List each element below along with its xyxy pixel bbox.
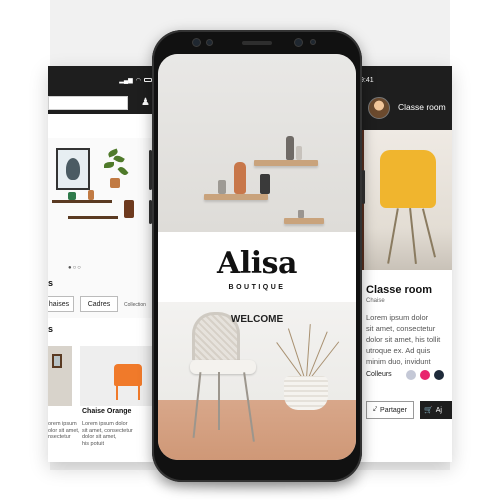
shelf xyxy=(284,218,324,224)
right-app-screen: 9:41 Classe room ● ○ Classe room Chaise … xyxy=(348,66,452,462)
chip-collection[interactable]: Collection xyxy=(124,302,146,308)
wall-art-image xyxy=(56,148,90,190)
colors-label: Colleurs xyxy=(366,371,392,378)
header-title: Classe room xyxy=(398,102,446,112)
power-button xyxy=(362,170,365,204)
color-swatch-pink[interactable] xyxy=(420,370,430,380)
center-phone: Alisa BOUTIQUE WELCOME xyxy=(149,30,365,482)
plant-image xyxy=(100,142,130,190)
vase xyxy=(260,174,270,194)
hero-shelves-image xyxy=(158,54,356,232)
shelf xyxy=(204,194,268,200)
section-title: s xyxy=(48,324,54,334)
vase xyxy=(234,162,246,194)
pot xyxy=(68,192,76,200)
woven-basket xyxy=(284,376,328,410)
vase xyxy=(296,146,302,160)
status-bar: 9:41 xyxy=(348,66,452,94)
speaker xyxy=(242,41,272,45)
wifi-icon: ◠ xyxy=(135,77,141,84)
user-icon[interactable]: ♟ xyxy=(141,97,150,108)
lantern xyxy=(124,200,134,218)
sensor-icon xyxy=(206,39,213,46)
app-header: ♟ xyxy=(48,94,156,114)
color-swatch-lavender[interactable] xyxy=(406,370,416,380)
color-swatch-navy[interactable] xyxy=(434,370,444,380)
product-description: Lorem ipsum dolor sit amet, consectetur … xyxy=(366,313,441,366)
yellow-chair xyxy=(380,150,436,208)
chip-cadres[interactable]: Cadres xyxy=(80,296,118,312)
shelf xyxy=(254,160,318,166)
bixby-button xyxy=(149,200,152,224)
showcase-stage: ▂▄▆ ◠ ♟ ●○○ s haises Cadres Collection s… xyxy=(0,0,500,500)
phone-top-bezel xyxy=(152,30,362,56)
status-time: 9:41 xyxy=(360,76,374,84)
battery-icon xyxy=(144,78,152,82)
cart-icon: 🛒 xyxy=(424,407,433,414)
product-image-chaise-orange[interactable] xyxy=(80,346,156,406)
product-title[interactable]: Chaise Orange xyxy=(82,408,131,415)
chip-chaises[interactable]: haises xyxy=(48,296,74,312)
welcome-text: WELCOME xyxy=(230,314,284,325)
brand-subtitle: BOUTIQUE xyxy=(228,284,286,291)
app-header: Classe room xyxy=(348,94,452,130)
search-input[interactable] xyxy=(48,96,128,110)
carousel-dots[interactable]: ●○○ xyxy=(68,265,82,271)
front-camera-icon xyxy=(192,38,201,47)
share-icon: ⤦ xyxy=(373,406,378,413)
product-title: Classe room xyxy=(366,284,433,296)
phone-screen[interactable]: Alisa BOUTIQUE WELCOME xyxy=(158,54,356,460)
product-category: Chaise xyxy=(366,298,385,304)
avatar[interactable] xyxy=(368,97,390,119)
product-image[interactable] xyxy=(48,346,72,406)
section-title: s xyxy=(48,278,54,288)
status-bar: ▂▄▆ ◠ xyxy=(48,66,156,94)
vase xyxy=(298,210,304,218)
add-to-cart-button[interactable]: 🛒 Aj xyxy=(420,401,452,419)
shelf xyxy=(68,216,118,219)
brand-logo: Alisa xyxy=(217,246,297,281)
share-button[interactable]: ⤦ Partager xyxy=(366,401,414,419)
vase xyxy=(286,136,294,160)
product-description: Lorem ipsum dolor sit amet, consectetur … xyxy=(82,421,133,447)
signal-icon: ▂▄▆ xyxy=(119,77,133,84)
vase xyxy=(218,180,226,194)
product-description: orem ipsum olor sit amet, nsectetur xyxy=(48,421,80,440)
sensor-icon xyxy=(310,39,316,45)
volume-button xyxy=(149,150,152,190)
camera-icon xyxy=(294,38,303,47)
pot xyxy=(88,190,94,200)
left-app-screen: ▂▄▆ ◠ ♟ ●○○ s haises Cadres Collection s… xyxy=(48,66,156,462)
shelf xyxy=(52,200,112,203)
hero-image xyxy=(48,138,156,318)
